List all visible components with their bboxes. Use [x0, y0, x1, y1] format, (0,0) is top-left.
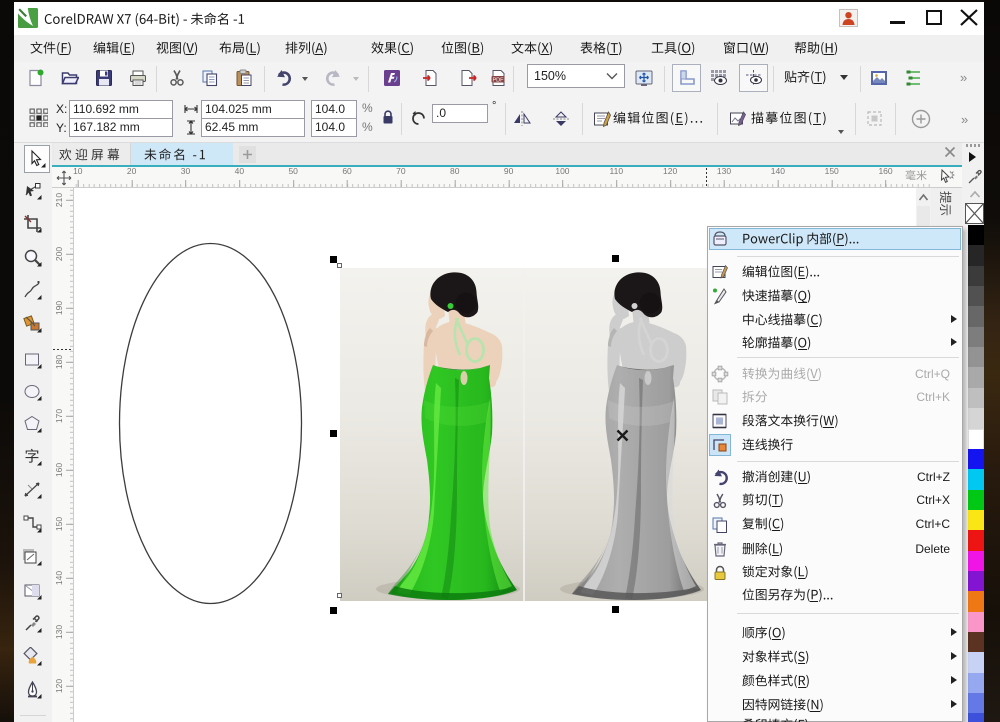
- svg-text:PDF: PDF: [493, 77, 505, 83]
